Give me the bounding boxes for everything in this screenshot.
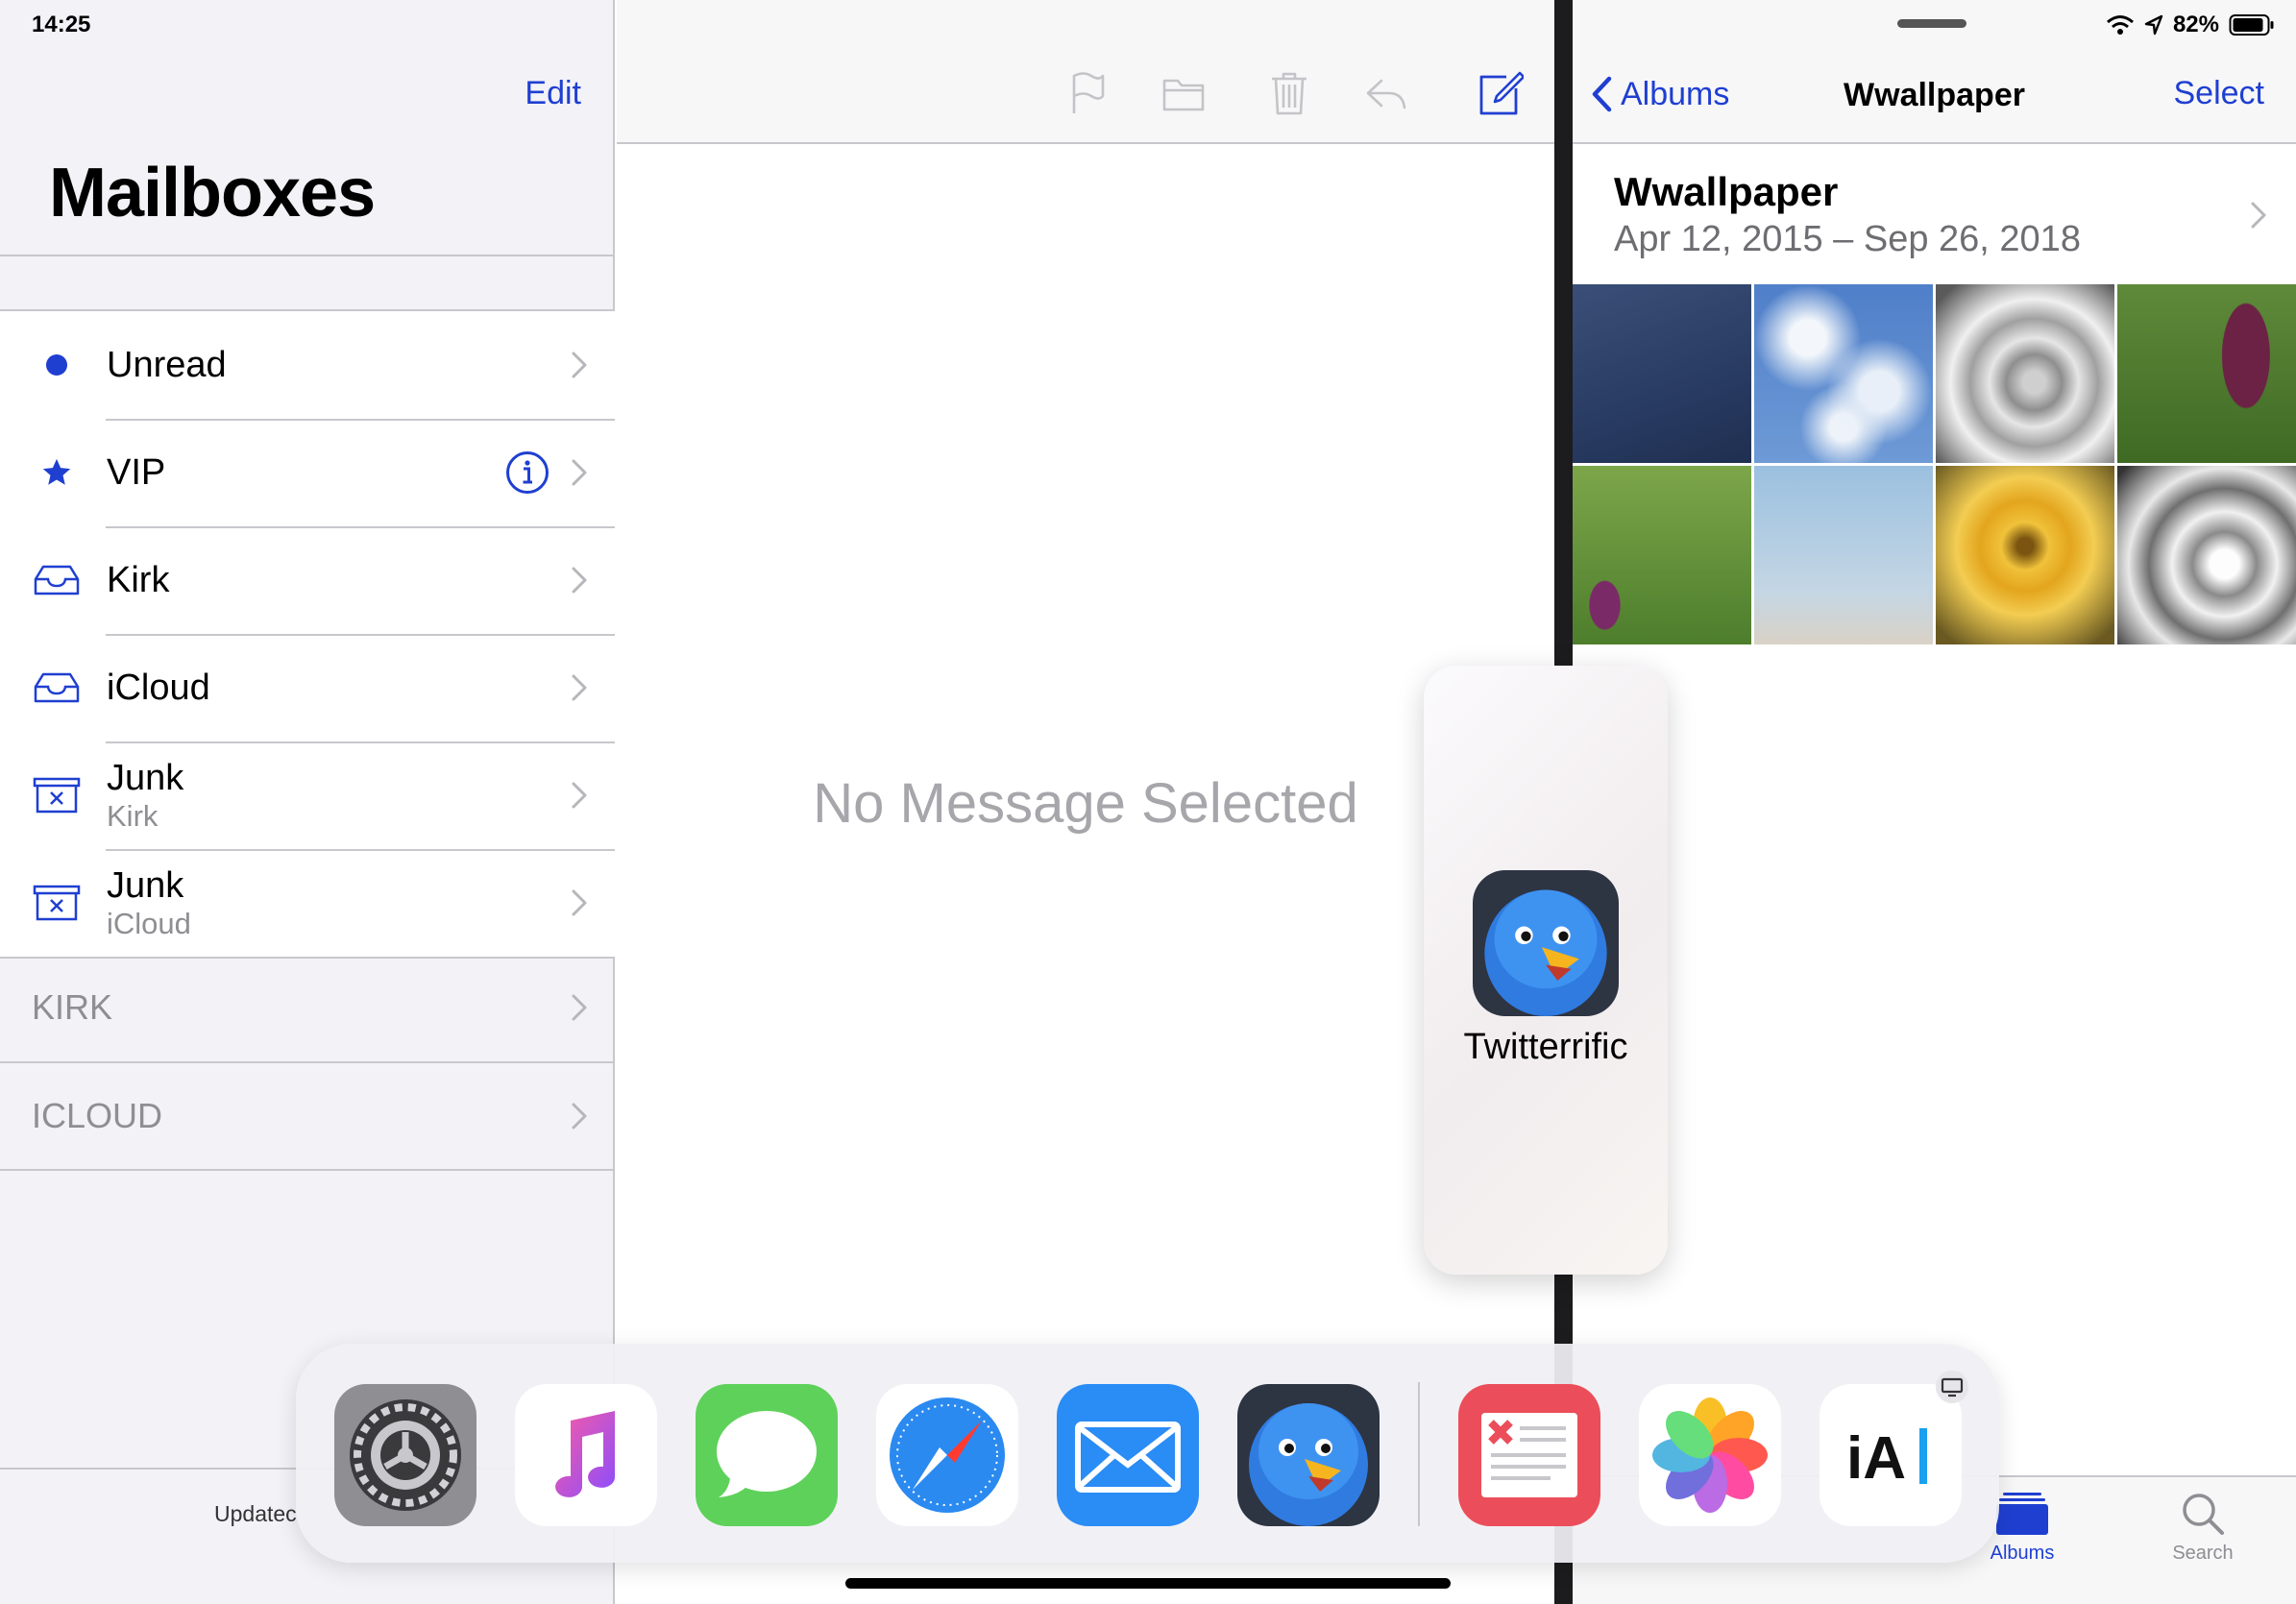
mailbox-label: VIP [107, 452, 166, 493]
chevron-right-icon [572, 674, 587, 701]
photo-thumbnail[interactable] [1754, 466, 1933, 644]
safari-app-icon[interactable] [876, 1384, 1018, 1526]
twitterrific-app-icon[interactable] [1237, 1384, 1380, 1526]
battery-icon [2229, 14, 2274, 36]
ia-writer-label: iA [1846, 1425, 1906, 1492]
chevron-right-icon [572, 994, 587, 1021]
airplay-display-icon [1936, 1371, 1968, 1403]
mailbox-label: Junk [107, 758, 184, 798]
mailbox-label: Junk [107, 865, 184, 906]
albums-icon [1996, 1493, 2048, 1535]
account-label: ICLOUD [32, 1096, 163, 1135]
slide-over-app-label: Twitterrific [1463, 1027, 1628, 1067]
album-name: Wwallpaper [1614, 169, 1839, 214]
tab-label: Albums [1990, 1543, 2055, 1564]
photo-thumbnail[interactable] [1936, 284, 2114, 463]
mail-app-icon[interactable] [1057, 1384, 1199, 1526]
inbox-tray-icon [31, 671, 83, 704]
chevron-right-icon [572, 782, 587, 809]
settings-app-icon[interactable] [334, 1384, 476, 1526]
twitterrific-app-icon [1473, 870, 1619, 1016]
info-icon[interactable] [505, 450, 550, 495]
slide-over-grabber[interactable] [1897, 19, 1966, 28]
music-app-icon[interactable] [515, 1384, 657, 1526]
album-header[interactable]: Wwallpaper Apr 12, 2015 – Sep 26, 2018 [1573, 146, 2296, 283]
slide-over-app-card[interactable]: Twitterrific [1424, 666, 1668, 1275]
photo-thumbnail[interactable] [2117, 284, 2296, 463]
select-button[interactable]: Select [2174, 75, 2265, 112]
inbox-tray-icon [31, 564, 83, 596]
tab-label: Search [2172, 1543, 2234, 1564]
chevron-right-icon [572, 1103, 587, 1130]
account-row-icloud[interactable]: ICLOUD [0, 1061, 615, 1169]
chevron-right-icon [572, 567, 587, 594]
header-divider [0, 255, 615, 256]
flag-icon[interactable] [1064, 69, 1111, 117]
photo-thumbnail[interactable] [1936, 466, 2114, 644]
chevron-right-icon [572, 352, 587, 378]
tab-search[interactable]: Search [2145, 1491, 2260, 1565]
album-date-range: Apr 12, 2015 – Sep 26, 2018 [1614, 219, 2081, 259]
photos-navbar: 82% Albums Wwallpaper Select [1573, 0, 2296, 144]
photo-thumbnail[interactable] [1573, 284, 1751, 463]
account-row-kirk[interactable]: KIRK [0, 954, 615, 1061]
location-arrow-icon [2144, 14, 2163, 36]
compose-icon[interactable] [1478, 69, 1524, 117]
junk-bin-icon [31, 884, 83, 922]
message-toolbar [617, 0, 1554, 144]
folder-icon[interactable] [1160, 69, 1207, 117]
updated-status: Updatec [214, 1501, 297, 1526]
photo-grid [1573, 284, 2296, 644]
star-icon [31, 456, 83, 489]
chevron-right-icon [572, 889, 587, 916]
home-indicator[interactable] [845, 1578, 1451, 1589]
news-app-icon[interactable] [1458, 1384, 1600, 1526]
junk-bin-icon [31, 776, 83, 814]
messages-app-icon[interactable] [696, 1384, 838, 1526]
mailbox-row-kirk[interactable]: Kirk [0, 526, 615, 634]
mailbox-row-icloud[interactable]: iCloud [0, 634, 615, 741]
trash-icon[interactable] [1266, 69, 1312, 117]
chevron-right-icon [2251, 202, 2266, 228]
mailbox-label: Unread [107, 345, 227, 385]
mailbox-row-junk-kirk[interactable]: Junk Kirk [0, 741, 615, 849]
reply-icon[interactable] [1362, 69, 1408, 117]
photo-thumbnail[interactable] [1573, 466, 1751, 644]
photos-app-icon[interactable] [1639, 1384, 1781, 1526]
dock-separator [1418, 1382, 1420, 1526]
dock: iA [296, 1344, 1999, 1563]
photo-thumbnail[interactable] [2117, 466, 2296, 644]
photo-thumbnail[interactable] [1754, 284, 1933, 463]
account-list: KIRK ICLOUD [0, 954, 615, 1171]
unread-dot-icon [31, 353, 83, 377]
mailbox-label: Kirk [107, 560, 170, 600]
mailbox-label: iCloud [107, 668, 210, 708]
mailbox-account: Kirk [107, 799, 159, 833]
page-title: Mailboxes [49, 155, 376, 231]
mailbox-account: iCloud [107, 907, 191, 940]
battery-percent: 82% [2172, 12, 2219, 37]
search-icon [2183, 1494, 2224, 1535]
mailbox-list: Unread VIP Kirk iCloud Junk Kirk Junk iC… [0, 309, 615, 959]
wifi-icon [2106, 15, 2134, 35]
status-time: 14:25 [32, 12, 91, 37]
status-bar-right: 82% [2106, 12, 2275, 38]
edit-button[interactable]: Edit [525, 75, 581, 112]
mailbox-row-unread[interactable]: Unread [0, 311, 615, 419]
chevron-right-icon [572, 459, 587, 486]
no-message-selected: No Message Selected [813, 772, 1358, 835]
mailbox-row-vip[interactable]: VIP [0, 419, 615, 526]
ia-writer-app-icon[interactable]: iA [1820, 1384, 1962, 1526]
account-label: KIRK [32, 987, 113, 1027]
mailbox-row-junk-icloud[interactable]: Junk iCloud [0, 849, 615, 957]
